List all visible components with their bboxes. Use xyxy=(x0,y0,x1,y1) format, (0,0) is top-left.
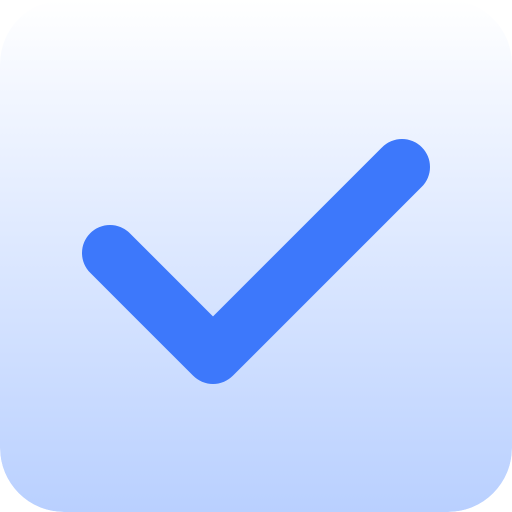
app-icon-tile xyxy=(0,0,512,512)
checkmark-icon-graphic xyxy=(0,0,512,512)
icon-background xyxy=(0,0,512,512)
